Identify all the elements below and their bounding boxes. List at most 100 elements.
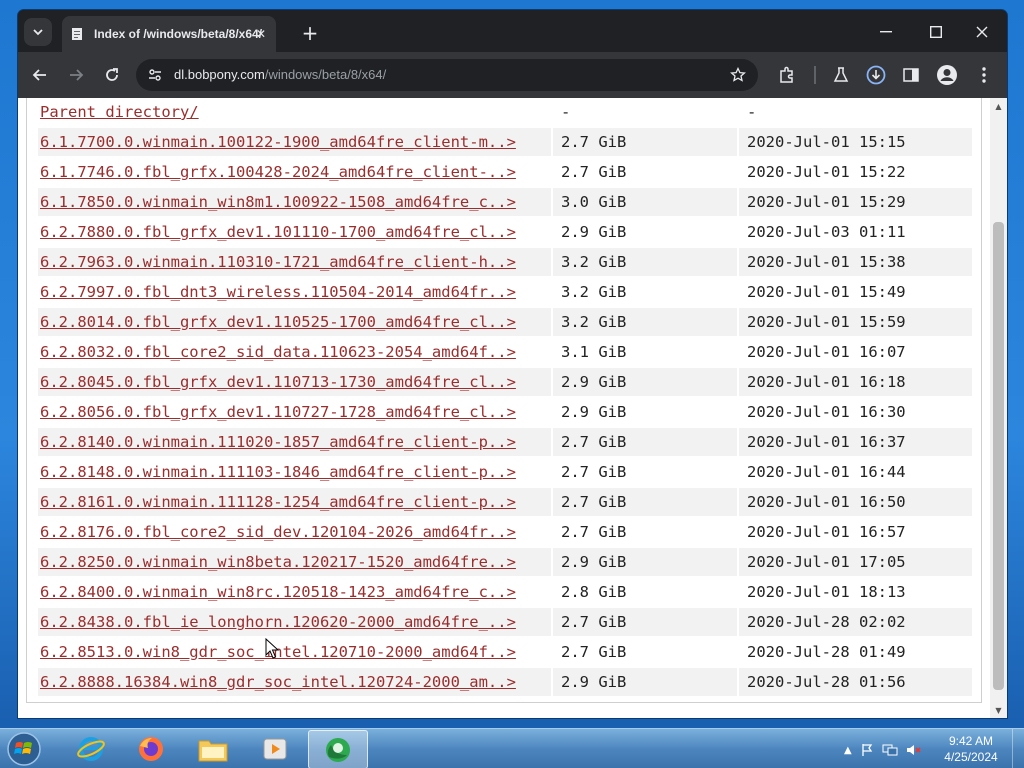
back-button[interactable] [28, 63, 52, 87]
file-link[interactable]: 6.2.8148.0.winmain.111103-1846_amd64fre_… [40, 463, 516, 481]
page-content: Parent directory/ - - 6.1.7700.0.winmain… [18, 98, 1007, 718]
taskbar-firefox[interactable] [122, 730, 180, 767]
file-link[interactable]: 6.2.8056.0.fbl_grfx_dev1.110727-1728_amd… [40, 403, 516, 421]
bookmark-star-icon[interactable] [728, 65, 748, 85]
file-name-cell: 6.2.8140.0.winmain.111020-1857_amd64fre_… [38, 428, 551, 456]
file-size: 3.2 GiB [553, 248, 737, 276]
forward-button[interactable] [64, 63, 88, 87]
extensions-icon[interactable] [776, 64, 798, 86]
table-row: 6.2.8032.0.fbl_core2_sid_data.110623-205… [38, 338, 972, 366]
file-link[interactable]: 6.1.7850.0.winmain_win8m1.100922-1508_am… [40, 193, 516, 211]
file-link[interactable]: 6.2.8400.0.winmain_win8rc.120518-1423_am… [40, 583, 516, 601]
table-row: 6.1.7700.0.winmain.100122-1900_amd64fre_… [38, 128, 972, 156]
show-desktop-button[interactable] [1012, 729, 1024, 768]
file-name-cell: 6.2.8438.0.fbl_ie_longhorn.120620-2000_a… [38, 608, 551, 636]
file-link[interactable]: 6.2.8032.0.fbl_core2_sid_data.110623-205… [40, 343, 516, 361]
file-name-cell: 6.2.8148.0.winmain.111103-1846_amd64fre_… [38, 458, 551, 486]
parent-directory-link[interactable]: Parent directory/ [40, 103, 199, 121]
table-row: 6.2.8438.0.fbl_ie_longhorn.120620-2000_a… [38, 608, 972, 636]
profile-avatar-icon[interactable] [936, 64, 958, 86]
menu-kebab-icon[interactable] [973, 64, 995, 86]
chrome-canary-icon [326, 737, 350, 762]
clock-date: 4/25/2024 [944, 750, 998, 764]
minimize-button[interactable] [863, 20, 909, 44]
file-table: Parent directory/ - - 6.1.7700.0.winmain… [36, 98, 974, 698]
taskbar-chrome-canary[interactable] [308, 730, 368, 768]
table-row: 6.2.8140.0.winmain.111020-1857_amd64fre_… [38, 428, 972, 456]
labs-flask-icon[interactable] [830, 64, 852, 86]
side-panel-icon[interactable] [900, 64, 922, 86]
file-link[interactable]: 6.2.7963.0.winmain.110310-1721_amd64fre_… [40, 253, 516, 271]
file-name-cell: 6.2.8400.0.winmain_win8rc.120518-1423_am… [38, 578, 551, 606]
page-favicon-icon [70, 27, 84, 41]
windows-orb-icon [7, 732, 41, 766]
file-link[interactable]: 6.2.8176.0.fbl_core2_sid_dev.120104-2026… [40, 523, 516, 541]
file-name-cell: 6.2.7963.0.winmain.110310-1721_amd64fre_… [38, 248, 551, 276]
file-size: 2.8 GiB [561, 583, 627, 601]
table-row: 6.1.7850.0.winmain_win8m1.100922-1508_am… [38, 188, 972, 216]
file-size: 2.9 GiB [553, 368, 737, 396]
file-link[interactable]: 6.1.7746.0.fbl_grfx.100428-2024_amd64fre… [40, 163, 516, 181]
file-link[interactable]: 6.1.7700.0.winmain.100122-1900_amd64fre_… [40, 133, 516, 151]
address-bar[interactable]: dl.bobpony.com/windows/beta/8/x64/ [136, 59, 758, 91]
file-size: 2.7 GiB [553, 488, 737, 516]
file-date: 2020-Jul-01 15:29 [739, 188, 972, 216]
file-date: 2020-Jul-01 15:59 [739, 308, 972, 336]
file-size: - [561, 103, 571, 121]
minimize-icon [880, 31, 892, 33]
close-tab-icon[interactable]: ✕ [252, 25, 270, 43]
mouse-cursor-icon [265, 638, 279, 659]
tab-search-button[interactable] [24, 18, 52, 46]
download-icon[interactable] [865, 64, 887, 86]
file-link[interactable]: 6.2.8888.16384.win8_gdr_soc_intel.120724… [40, 673, 516, 691]
tab-active[interactable]: Index of /windows/beta/8/x64/ ✕ [62, 16, 276, 52]
file-link[interactable]: 6.2.7997.0.fbl_dnt3_wireless.110504-2014… [40, 283, 516, 301]
file-link[interactable]: 6.2.8250.0.winmain_win8beta.120217-1520_… [40, 553, 516, 571]
reload-button[interactable] [100, 63, 124, 87]
file-date: 2020-Jul-01 17:05 [739, 548, 972, 576]
scroll-up-arrow-icon[interactable]: ▲ [990, 98, 1007, 114]
network-icon[interactable] [882, 743, 898, 757]
scroll-down-arrow-icon[interactable]: ▼ [990, 702, 1007, 718]
vertical-scrollbar[interactable]: ▲ ▼ [990, 98, 1007, 718]
close-window-button[interactable] [959, 20, 1005, 44]
file-date: 2020-Jul-01 16:37 [739, 428, 972, 456]
table-row: 6.1.7746.0.fbl_grfx.100428-2024_amd64fre… [38, 158, 972, 186]
file-link[interactable]: 6.2.8045.0.fbl_grfx_dev1.110713-1730_amd… [40, 373, 516, 391]
site-info-icon[interactable] [146, 66, 164, 84]
toolbar-divider [814, 66, 816, 84]
taskbar-media-player[interactable] [246, 730, 304, 767]
volume-muted-icon[interactable] [906, 743, 922, 757]
file-name-cell: 6.1.7746.0.fbl_grfx.100428-2024_amd64fre… [38, 158, 551, 186]
table-row: 6.2.8045.0.fbl_grfx_dev1.110713-1730_amd… [38, 368, 972, 396]
file-date: 2020-Jul-01 15:38 [739, 248, 972, 276]
file-name-cell: 6.1.7700.0.winmain.100122-1900_amd64fre_… [38, 128, 551, 156]
file-size: 3.2 GiB [561, 283, 627, 301]
file-link[interactable]: 6.2.8140.0.winmain.111020-1857_amd64fre_… [40, 433, 516, 451]
action-center-flag-icon[interactable] [860, 743, 874, 757]
file-link[interactable]: 6.2.7880.0.fbl_grfx_dev1.101110-1700_amd… [40, 223, 516, 241]
browser-window: Index of /windows/beta/8/x64/ ✕ + dl.bob… [18, 10, 1007, 718]
file-size: 3.1 GiB [561, 343, 627, 361]
new-tab-button[interactable]: + [298, 21, 322, 45]
taskbar-clock[interactable]: 9:42 AM 4/25/2024 [936, 733, 1006, 765]
taskbar-file-explorer[interactable] [184, 730, 242, 767]
file-date: 2020-Jul-01 15:22 [747, 163, 906, 181]
firefox-icon [139, 736, 163, 761]
browser-toolbar: dl.bobpony.com/windows/beta/8/x64/ [18, 52, 1007, 98]
clock-time: 9:42 AM [948, 734, 994, 748]
file-link[interactable]: 6.2.8438.0.fbl_ie_longhorn.120620-2000_a… [40, 613, 516, 631]
taskbar-internet-explorer[interactable] [62, 730, 120, 767]
scrollbar-thumb[interactable] [993, 222, 1004, 690]
maximize-button[interactable] [913, 20, 959, 44]
file-size: 2.9 GiB [553, 668, 737, 696]
parent-directory-cell: Parent directory/ [38, 98, 551, 126]
directory-listing: Parent directory/ - - 6.1.7700.0.winmain… [26, 98, 982, 703]
start-button[interactable] [4, 729, 44, 768]
show-hidden-icons-icon[interactable]: ▲ [844, 745, 852, 756]
file-link[interactable]: 6.2.8014.0.fbl_grfx_dev1.110525-1700_amd… [40, 313, 516, 331]
file-name-cell: 6.2.8045.0.fbl_grfx_dev1.110713-1730_amd… [38, 368, 551, 396]
file-link[interactable]: 6.2.8161.0.winmain.111128-1254_amd64fre_… [40, 493, 516, 511]
table-row-parent: Parent directory/ - - [38, 98, 972, 126]
file-date: 2020-Jul-01 16:44 [747, 463, 906, 481]
